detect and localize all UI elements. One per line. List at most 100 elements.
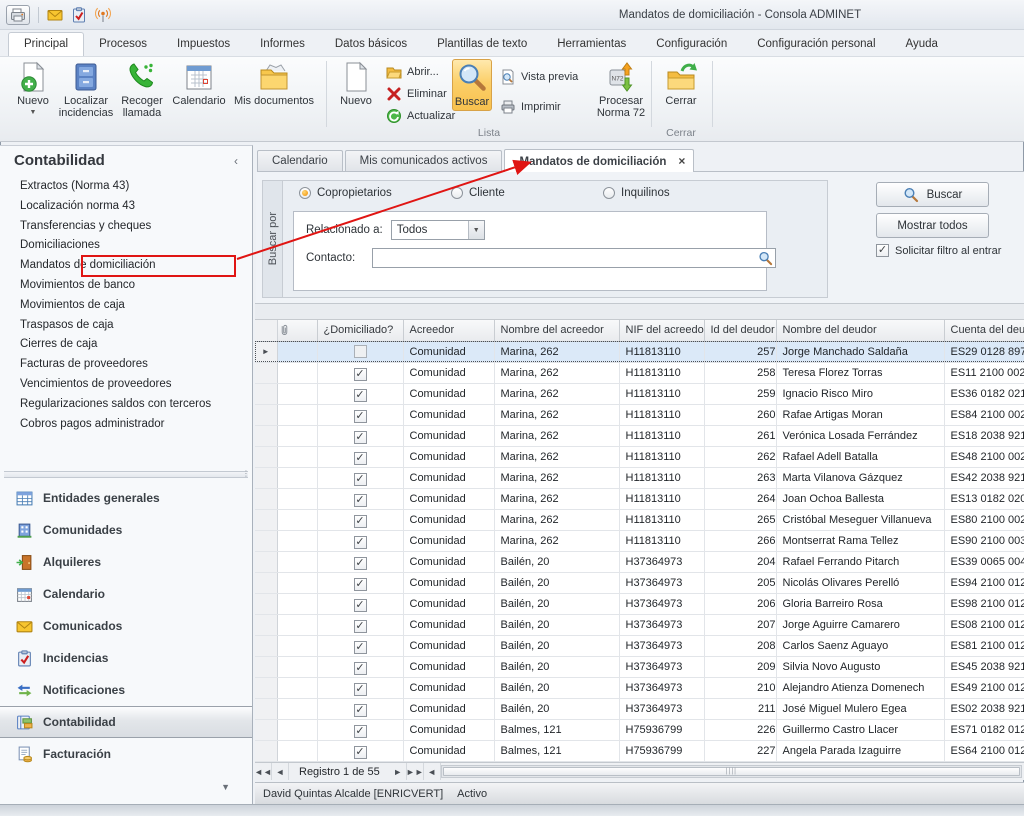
domiciliado-checkbox[interactable] xyxy=(354,662,367,675)
menu-tab-ayuda[interactable]: Ayuda xyxy=(891,33,953,56)
domiciliado-checkbox[interactable] xyxy=(354,746,367,759)
ribbon-button-calendario[interactable]: Calendario xyxy=(172,59,226,109)
ribbon-button-abrir-[interactable]: Abrir... xyxy=(386,62,439,82)
column-header[interactable]: NIF del acreedor xyxy=(619,320,704,341)
radio-copropietarios[interactable]: Copropietarios xyxy=(299,187,392,199)
table-row[interactable]: ComunidadBailén, 20H37364973210Alejandro… xyxy=(255,677,1024,698)
table-row[interactable]: ComunidadBalmes, 121H75936799227Angela P… xyxy=(255,740,1024,761)
table-row[interactable]: ComunidadBailén, 20H37364973211José Migu… xyxy=(255,698,1024,719)
prev-record-button[interactable]: ◄ xyxy=(272,763,289,780)
nav-section-notificaciones[interactable]: Notificaciones xyxy=(0,674,252,706)
domiciliado-checkbox[interactable] xyxy=(354,494,367,507)
nav-section-entidades-generales[interactable]: Entidades generales xyxy=(0,482,252,514)
ribbon-button-actualizar[interactable]: Actualizar xyxy=(386,106,455,126)
sidebar-item-traspasos-de-caja[interactable]: Traspasos de caja xyxy=(0,316,252,336)
table-row[interactable]: ►ComunidadMarina, 262H11813110257Jorge M… xyxy=(255,341,1024,362)
domiciliado-checkbox[interactable] xyxy=(354,704,367,717)
app-menu-button[interactable] xyxy=(6,5,30,25)
search-icon[interactable] xyxy=(758,251,773,266)
mostrar-todos-button[interactable]: Mostrar todos xyxy=(876,213,989,238)
chevron-down-icon[interactable]: ▼ xyxy=(221,782,230,792)
sidebar-splitter[interactable]: ⋮ xyxy=(4,471,248,478)
antenna-icon[interactable] xyxy=(95,7,111,23)
ribbon-button-recoger-llamada[interactable]: Recoger llamada xyxy=(114,59,170,121)
table-row[interactable]: ComunidadMarina, 262H11813110265Cristóba… xyxy=(255,509,1024,530)
nav-section-incidencias[interactable]: Incidencias xyxy=(0,642,252,674)
cerrar-button[interactable]: Cerrar xyxy=(656,59,706,109)
last-record-button[interactable]: ►► xyxy=(407,763,424,780)
table-row[interactable]: ComunidadBailén, 20H37364973204Rafael Fe… xyxy=(255,551,1024,572)
domiciliado-checkbox[interactable] xyxy=(354,620,367,633)
contacto-input[interactable] xyxy=(373,249,775,267)
table-row[interactable]: ComunidadBailén, 20H37364973208Carlos Sa… xyxy=(255,635,1024,656)
table-row[interactable]: ComunidadMarina, 262H11813110261Verónica… xyxy=(255,425,1024,446)
sidebar-item-movimientos-de-caja[interactable]: Movimientos de caja xyxy=(0,296,252,316)
menu-tab-plantillas-de-texto[interactable]: Plantillas de texto xyxy=(422,33,542,56)
nav-section-comunicados[interactable]: Comunicados xyxy=(0,610,252,642)
domiciliado-checkbox[interactable] xyxy=(354,389,367,402)
menu-tab-herramientas[interactable]: Herramientas xyxy=(542,33,641,56)
attachment-column-header[interactable] xyxy=(277,320,317,341)
radio-inquilinos[interactable]: Inquilinos xyxy=(603,187,670,199)
table-row[interactable]: ComunidadBailén, 20H37364973207Jorge Agu… xyxy=(255,614,1024,635)
scrollbar-thumb[interactable]: |||| xyxy=(443,767,1020,776)
sidebar-item-localizaci-n-norma-43[interactable]: Localización norma 43 xyxy=(0,197,252,217)
domiciliado-checkbox[interactable] xyxy=(354,431,367,444)
table-row[interactable]: ComunidadBalmes, 121H75936799226Guillerm… xyxy=(255,719,1024,740)
radio-cliente[interactable]: Cliente xyxy=(451,187,505,199)
table-row[interactable]: ComunidadMarina, 262H11813110264Joan Och… xyxy=(255,488,1024,509)
nav-section-contabilidad[interactable]: Contabilidad xyxy=(0,706,252,738)
domiciliado-checkbox[interactable] xyxy=(354,557,367,570)
domiciliado-checkbox[interactable] xyxy=(354,473,367,486)
menu-tab-impuestos[interactable]: Impuestos xyxy=(162,33,245,56)
sidebar-item-cierres-de-caja[interactable]: Cierres de caja xyxy=(0,335,252,355)
ribbon-button-imprimir[interactable]: Imprimir xyxy=(500,97,561,117)
domiciliado-checkbox[interactable] xyxy=(354,578,367,591)
doc-tab-mis-comunicados-activos[interactable]: Mis comunicados activos xyxy=(345,150,503,171)
table-row[interactable]: ComunidadMarina, 262H11813110263Marta Vi… xyxy=(255,467,1024,488)
sidebar-item-movimientos-de-banco[interactable]: Movimientos de banco xyxy=(0,276,252,296)
table-row[interactable]: ComunidadMarina, 262H11813110260Rafae Ar… xyxy=(255,404,1024,425)
nav-section-comunidades[interactable]: Comunidades xyxy=(0,514,252,546)
domiciliado-checkbox[interactable] xyxy=(354,536,367,549)
next-record-button[interactable]: ► xyxy=(390,763,407,780)
table-row[interactable]: ComunidadMarina, 262H11813110258Teresa F… xyxy=(255,362,1024,383)
sidebar-item-mandatos-de-domiciliaci-n[interactable]: Mandatos de domiciliación xyxy=(0,256,252,276)
domiciliado-checkbox[interactable] xyxy=(354,410,367,423)
domiciliado-checkbox[interactable] xyxy=(354,683,367,696)
doc-tab-mandatos-de-domiciliaci-n[interactable]: Mandatos de domiciliación× xyxy=(504,149,694,172)
column-header[interactable]: Acreedor xyxy=(403,320,494,341)
ribbon-button-localizar-incidencias[interactable]: Localizar incidencias xyxy=(60,59,112,121)
buscar-por-tab[interactable]: Buscar por xyxy=(263,181,283,297)
ribbon-button-mis-documentos[interactable]: Mis documentos xyxy=(228,59,320,109)
nav-section-calendario[interactable]: Calendario xyxy=(0,578,252,610)
solicitar-filtro-checkbox[interactable] xyxy=(876,244,889,257)
sidebar-item-regularizaciones-saldos-con-terceros[interactable]: Regularizaciones saldos con terceros xyxy=(0,395,252,415)
table-row[interactable]: ComunidadBailén, 20H37364973205Nicolás O… xyxy=(255,572,1024,593)
column-header[interactable]: ¿Domiciliado? xyxy=(317,320,403,341)
domiciliado-checkbox[interactable] xyxy=(354,452,367,465)
buscar-ribbon-button[interactable]: Buscar xyxy=(452,59,492,111)
menu-tab-configuraci-n-personal[interactable]: Configuración personal xyxy=(742,33,890,56)
sidebar-item-cobros-pagos-administrador[interactable]: Cobros pagos administrador xyxy=(0,415,252,435)
sidebar-item-domiciliaciones[interactable]: Domiciliaciones xyxy=(0,236,252,256)
table-row[interactable]: ComunidadBailén, 20H37364973206Gloria Ba… xyxy=(255,593,1024,614)
sidebar-item-vencimientos-de-proveedores[interactable]: Vencimientos de proveedores xyxy=(0,375,252,395)
horizontal-scrollbar[interactable]: |||| xyxy=(441,765,1022,778)
doc-tab-calendario[interactable]: Calendario xyxy=(257,150,343,171)
domiciliado-checkbox[interactable] xyxy=(354,599,367,612)
nav-section-alquileres[interactable]: Alquileres xyxy=(0,546,252,578)
domiciliado-checkbox[interactable] xyxy=(354,368,367,381)
mail-icon[interactable] xyxy=(47,7,63,23)
close-tab-icon[interactable]: × xyxy=(678,154,685,168)
nav-section-facturaci-n[interactable]: Facturación xyxy=(0,738,252,770)
domiciliado-checkbox[interactable] xyxy=(354,345,367,358)
domiciliado-checkbox[interactable] xyxy=(354,725,367,738)
menu-tab-informes[interactable]: Informes xyxy=(245,33,320,56)
domiciliado-checkbox[interactable] xyxy=(354,641,367,654)
ribbon-button-vista-previa[interactable]: Vista previa xyxy=(500,67,578,87)
table-row[interactable]: ComunidadBailén, 20H37364973209Silvia No… xyxy=(255,656,1024,677)
table-row[interactable]: ComunidadMarina, 262H11813110259Ignacio … xyxy=(255,383,1024,404)
buscar-button[interactable]: Buscar xyxy=(876,182,989,207)
menu-tab-configuraci-n[interactable]: Configuración xyxy=(641,33,742,56)
